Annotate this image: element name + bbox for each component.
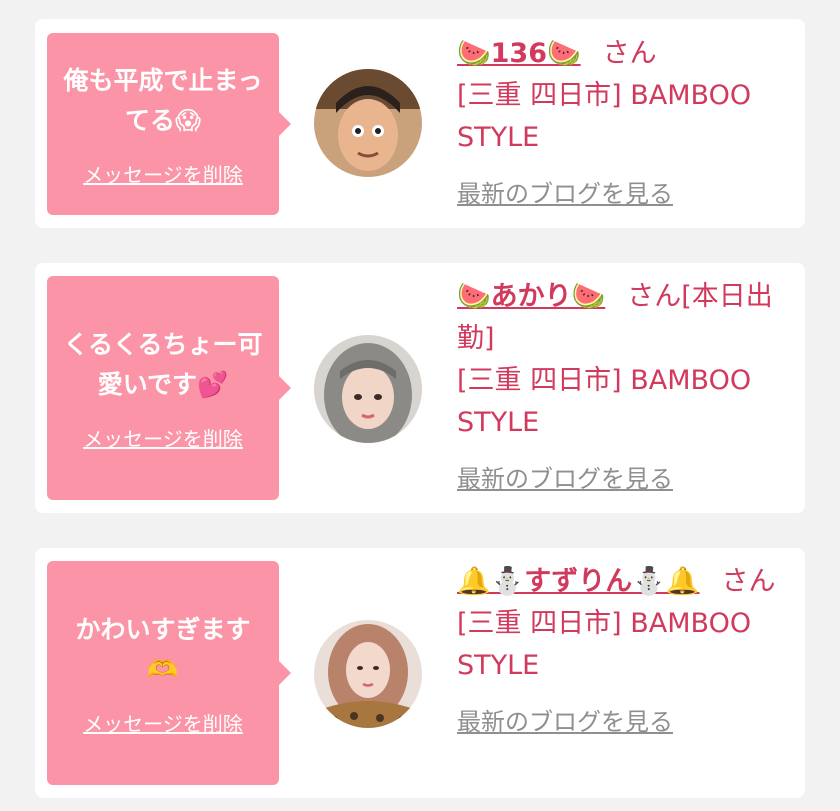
avatar[interactable] [314, 620, 422, 728]
shop-name: [三重 四日市] BAMBOO STYLE [457, 80, 752, 153]
latest-blog-link[interactable]: 最新のブログを見る [457, 701, 673, 743]
sender-info: 🍉あかり🍉 さん[本日出勤] [三重 四日市] BAMBOO STYLE 最新のブ… [457, 276, 785, 500]
sender-name-link[interactable]: 🔔⛄すずりん⛄🔔 [457, 566, 699, 597]
delete-message-link[interactable]: メッセージを削除 [83, 159, 243, 188]
avatar[interactable] [314, 335, 422, 443]
sender-name-link[interactable]: 🍉136🍉 [457, 38, 581, 69]
delete-message-link[interactable]: メッセージを削除 [83, 708, 243, 737]
sender-info: 🔔⛄すずりん⛄🔔 さん [三重 四日市] BAMBOO STYLE 最新のブログを… [457, 561, 785, 743]
shop-name: [三重 四日市] BAMBOO STYLE [457, 608, 752, 681]
user-avatar-photo-icon [314, 620, 422, 728]
sender-info: 🍉136🍉 さん [三重 四日市] BAMBOO STYLE 最新のブログを見る [457, 33, 785, 215]
honorific: さん [721, 566, 776, 597]
latest-blog-link[interactable]: 最新のブログを見る [457, 458, 673, 500]
message-text: くるくるちょー可愛いです💕 [63, 329, 263, 399]
user-avatar-photo-icon [314, 69, 422, 177]
user-avatar-photo-icon [314, 335, 422, 443]
message-card: かわいすぎます🫶 メッセージを削除 🔔⛄すずりん⛄🔔 さん [三重 四日市] BA… [35, 548, 805, 798]
delete-message-link[interactable]: メッセージを削除 [83, 423, 243, 452]
honorific: さん [602, 38, 657, 69]
sender-name-link[interactable]: 🍉あかり🍉 [457, 281, 605, 312]
avatar[interactable] [314, 69, 422, 177]
message-text: 俺も平成で止まってる😱 [63, 65, 263, 135]
latest-blog-link[interactable]: 最新のブログを見る [457, 173, 673, 215]
message-bubble: くるくるちょー可愛いです💕 メッセージを削除 [47, 276, 291, 500]
message-text: かわいすぎます🫶 [75, 614, 251, 684]
shop-name: [三重 四日市] BAMBOO STYLE [457, 365, 752, 438]
message-card: 俺も平成で止まってる😱 メッセージを削除 🍉136🍉 さん [三重 四日市] BA… [35, 19, 805, 228]
message-bubble: かわいすぎます🫶 メッセージを削除 [47, 561, 291, 785]
message-card: くるくるちょー可愛いです💕 メッセージを削除 🍉あかり🍉 さん[本日出勤] [三重… [35, 263, 805, 513]
message-bubble: 俺も平成で止まってる😱 メッセージを削除 [47, 33, 291, 215]
